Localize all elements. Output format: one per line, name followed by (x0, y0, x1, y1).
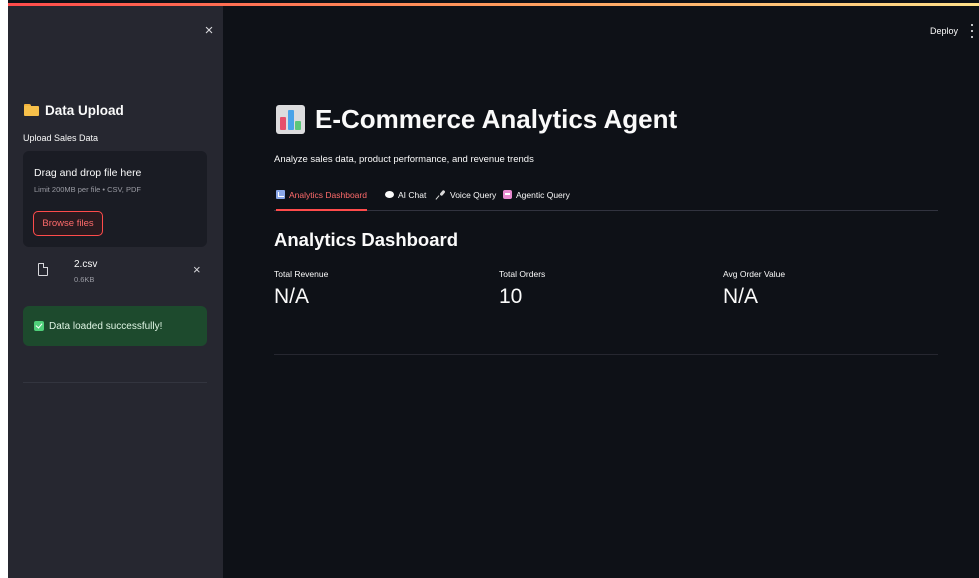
robot-icon (503, 190, 512, 199)
tab-analytics-dashboard[interactable]: Analytics Dashboard (276, 186, 367, 211)
sidebar-title-text: Data Upload (45, 102, 124, 118)
metric-avg-order-value: Avg Order Value N/A (723, 269, 785, 309)
app-window: × Data Upload Upload Sales Data Drag and… (8, 0, 979, 578)
deploy-button[interactable]: Deploy (930, 26, 958, 36)
metric-value: 10 (499, 285, 523, 308)
sidebar-divider (23, 382, 207, 383)
file-size: 0.6KB (74, 275, 95, 284)
tab-label: AI Chat (398, 190, 427, 200)
dropzone-limit: Limit 200MB per file • CSV, PDF (34, 185, 141, 194)
tab-label: Agentic Query (516, 190, 570, 200)
main-menu-button[interactable] (970, 24, 974, 38)
metric-total-revenue: Total Revenue N/A (274, 269, 328, 309)
close-sidebar-button[interactable]: × (202, 22, 216, 39)
file-dropzone[interactable]: Drag and drop file here Limit 200MB per … (23, 151, 207, 247)
close-icon: × (193, 262, 201, 277)
upload-label: Upload Sales Data (23, 133, 99, 143)
success-message: Data loaded successfully! (49, 320, 163, 332)
chart-icon (276, 190, 285, 199)
file-icon (38, 263, 48, 276)
success-alert: Data loaded successfully! (23, 306, 207, 346)
section-title: Analytics Dashboard (274, 229, 459, 250)
dropzone-title: Drag and drop file here (34, 167, 142, 179)
browse-files-button[interactable]: Browse files (33, 211, 103, 236)
sidebar-title: Data Upload (24, 100, 124, 120)
metric-label: Total Orders (499, 269, 546, 279)
metric-value: N/A (274, 285, 310, 308)
uploaded-file-item: 2.csv 0.6KB × (34, 259, 209, 289)
page-title-text: E-Commerce Analytics Agent (315, 103, 678, 134)
tab-voice-query[interactable]: Voice Query (436, 186, 496, 210)
kebab-dot (971, 24, 973, 26)
metric-label: Avg Order Value (723, 269, 786, 279)
page-subtitle: Analyze sales data, product performance,… (274, 154, 534, 165)
tab-ai-chat[interactable]: AI Chat (385, 186, 426, 210)
sidebar: × Data Upload Upload Sales Data Drag and… (8, 6, 223, 578)
microphone-icon (436, 190, 446, 200)
kebab-dot (971, 36, 973, 38)
section-divider (274, 354, 938, 355)
kebab-dot (971, 30, 973, 32)
bar-chart-icon (276, 104, 305, 134)
speech-bubble-icon (385, 191, 394, 198)
checkmark-icon (34, 321, 44, 331)
page-title: E-Commerce Analytics Agent (276, 102, 677, 136)
remove-file-button[interactable]: × (193, 262, 201, 277)
tab-agentic-query[interactable]: Agentic Query (503, 186, 570, 210)
metric-total-orders: Total Orders 10 (499, 269, 545, 309)
close-icon: × (204, 22, 214, 39)
folder-icon (24, 104, 39, 116)
tab-label: Voice Query (450, 190, 497, 200)
file-name: 2.csv (74, 259, 98, 270)
metric-label: Total Revenue (274, 269, 329, 279)
metric-value: N/A (723, 285, 759, 308)
tab-bar: Analytics Dashboard AI Chat Voice Query … (274, 186, 938, 211)
tab-label: Analytics Dashboard (289, 190, 367, 200)
